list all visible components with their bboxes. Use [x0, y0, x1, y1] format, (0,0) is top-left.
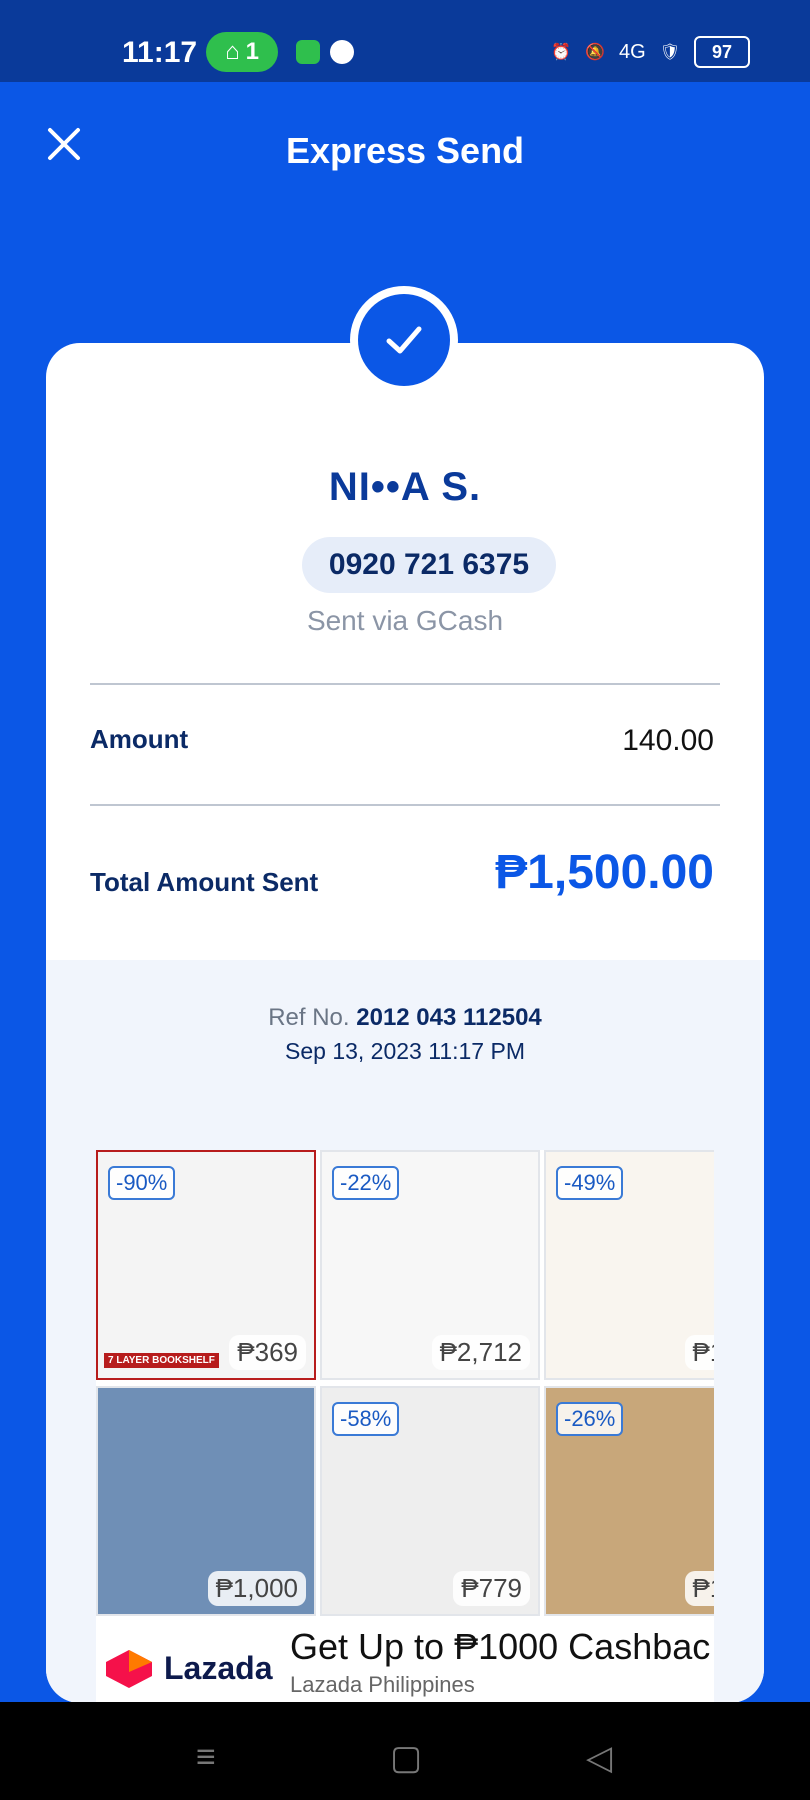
ad-tile[interactable]: -26% ₱1,0	[544, 1386, 714, 1616]
divider	[90, 683, 720, 685]
amount-label: Amount	[90, 724, 189, 754]
ref-label: Ref No.	[268, 1004, 350, 1031]
hotspot-pill[interactable]: ⌂ 1	[206, 32, 278, 72]
shield-icon: 🛡	[659, 44, 680, 61]
mute-icon: 🔕	[585, 44, 605, 61]
divider	[90, 804, 720, 806]
ad-banner[interactable]: -90% 7 LAYER BOOKSHELF ₱369 -22% ₱2,712 …	[96, 1150, 714, 1703]
discount-badge: -58%	[332, 1402, 400, 1436]
price-tag: ₱1,5	[684, 1335, 714, 1370]
price-tag: ₱1,0	[684, 1571, 714, 1606]
page-title: Express Send	[285, 130, 525, 171]
header: Express Send	[0, 82, 810, 212]
menu-icon[interactable]: ≡	[196, 1738, 216, 1777]
receipt-footer: Ref No. 2012 043 112504 Sep 13, 2023 11:…	[46, 960, 764, 1703]
transaction-date: Sep 13, 2023 11:17 PM	[285, 1038, 525, 1064]
tile-caption: 7 LAYER BOOKSHELF	[104, 1353, 219, 1368]
ad-title: Get Up to ₱1000 Cashbac	[290, 1626, 711, 1667]
app-notification-icon	[330, 40, 354, 64]
ad-tile[interactable]: -49% ₱1,5	[544, 1150, 714, 1380]
alarm-icon: ⏰	[551, 44, 572, 61]
price-tag: ₱2,712	[431, 1335, 530, 1370]
ad-tile[interactable]: ₱1,000	[96, 1386, 316, 1616]
ad-tile[interactable]: -58% ₱779	[320, 1386, 540, 1616]
ref-number: 2012 043 112504	[356, 1004, 542, 1031]
hotspot-icon: ⌂	[225, 38, 240, 65]
brand-name: Lazada	[164, 1650, 273, 1686]
ad-advertiser: Lazada Philippines	[290, 1672, 475, 1697]
price-tag: ₱369	[229, 1335, 306, 1370]
sent-via-label: Sent via GCash	[306, 605, 504, 636]
status-time: 11:17	[122, 36, 198, 69]
amount-value: 140.00	[622, 724, 714, 757]
discount-badge: -49%	[556, 1166, 624, 1200]
signal-icon: 4G	[619, 40, 646, 63]
discount-badge: -22%	[332, 1166, 400, 1200]
recipient-name: NI••A S.	[328, 465, 482, 509]
message-icon	[296, 40, 320, 64]
total-label: Total Amount Sent	[90, 867, 319, 897]
check-icon	[358, 294, 450, 386]
lazada-logo-icon	[106, 1650, 152, 1688]
home-icon[interactable]: ▢	[390, 1738, 422, 1778]
system-icons: ⏰ 🔕 4G 🛡 97	[551, 36, 750, 68]
price-tag: ₱779	[453, 1571, 530, 1606]
back-icon[interactable]: ◁	[586, 1738, 612, 1778]
ad-footer[interactable]: Lazada Get Up to ₱1000 Cashbac Lazada Ph…	[96, 1620, 714, 1703]
status-bar: 11:17 ⌂ 1 ⏰ 🔕 4G 🛡 97	[0, 0, 810, 82]
success-badge	[350, 286, 458, 394]
reference-line: Ref No. 2012 043 112504	[46, 1004, 764, 1032]
recipient-phone: 0920 721 6375	[302, 537, 556, 593]
ad-tile[interactable]: -22% ₱2,712	[320, 1150, 540, 1380]
total-amount: ₱1,500.00	[495, 846, 714, 899]
discount-badge: -90%	[108, 1166, 176, 1200]
receipt-card: NI••A S. 0920 721 6375 Sent via GCash Am…	[46, 343, 764, 1703]
discount-badge: -26%	[556, 1402, 624, 1436]
battery-icon: 97	[694, 36, 750, 68]
price-tag: ₱1,000	[207, 1571, 306, 1606]
system-nav-bar: ≡ ▢ ◁	[0, 1702, 810, 1800]
ad-product-grid: -90% 7 LAYER BOOKSHELF ₱369 -22% ₱2,712 …	[96, 1150, 714, 1616]
hotspot-count: 1	[245, 38, 259, 65]
ad-tile[interactable]: -90% 7 LAYER BOOKSHELF ₱369	[96, 1150, 316, 1380]
